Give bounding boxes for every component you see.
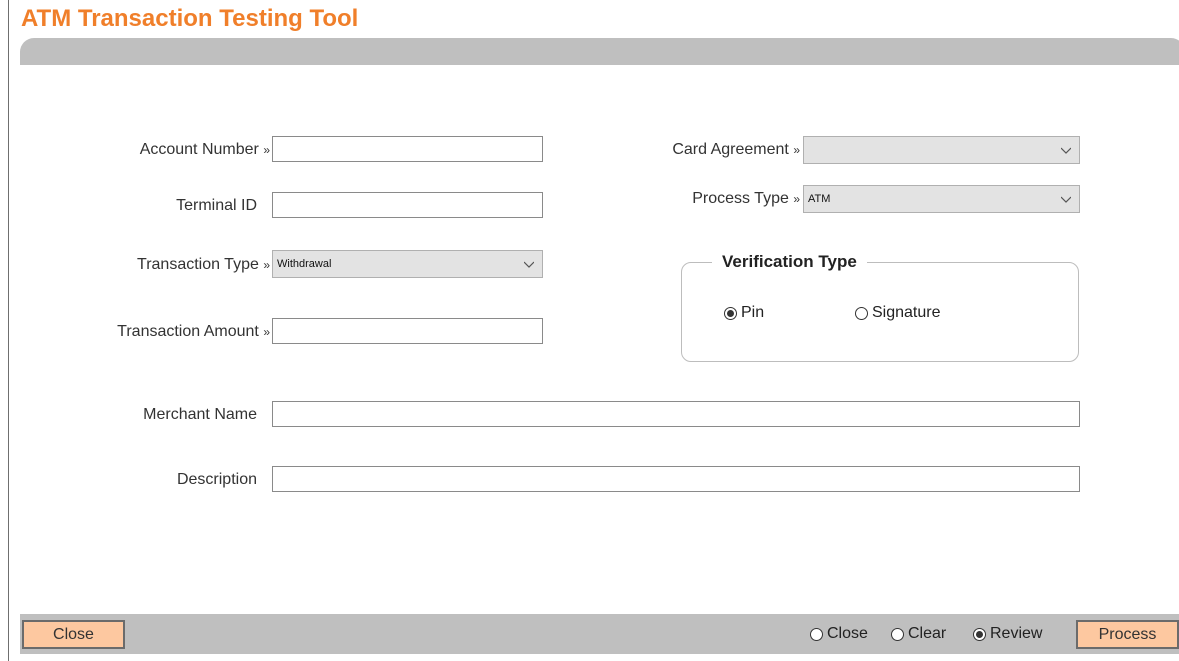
process-type-value: ATM: [808, 193, 831, 205]
after-clear-option[interactable]: Clear: [891, 625, 946, 643]
terminal-id-input[interactable]: [272, 192, 543, 218]
chevron-down-icon: [524, 261, 534, 268]
description-label: Description: [176, 471, 257, 488]
account-number-input[interactable]: [272, 136, 543, 162]
pin-label: Pin: [741, 304, 765, 321]
account-number-label: Account Number »: [139, 141, 270, 158]
process-button[interactable]: Process: [1076, 620, 1179, 649]
pin-radio[interactable]: [724, 306, 737, 320]
transaction-type-value: Withdrawal: [277, 258, 332, 270]
transaction-type-select[interactable]: Withdrawal: [272, 250, 543, 278]
window-left-border: [8, 0, 9, 661]
verification-pin-option[interactable]: Pin: [724, 304, 764, 322]
card-agreement-label: Card Agreement »: [672, 141, 800, 158]
merchant-name-label: Merchant Name: [143, 406, 257, 423]
page-title: ATM Transaction Testing Tool: [21, 5, 359, 32]
merchant-name-input[interactable]: [272, 401, 1080, 427]
after-close-option[interactable]: Close: [810, 625, 868, 643]
verification-signature-option[interactable]: Signature: [855, 304, 941, 322]
process-type-select[interactable]: ATM: [803, 185, 1080, 213]
transaction-amount-label: Transaction Amount »: [117, 323, 270, 340]
chevron-down-icon: [1061, 196, 1071, 203]
transaction-type-label: Transaction Type »: [137, 256, 270, 273]
panel-header-bar: [20, 38, 1179, 65]
card-agreement-select[interactable]: [803, 136, 1080, 164]
after-review-radio[interactable]: [973, 627, 986, 641]
transaction-amount-input[interactable]: [272, 318, 543, 344]
after-clear-radio[interactable]: [891, 627, 904, 641]
after-close-radio[interactable]: [810, 627, 823, 641]
verification-type-legend: Verification Type: [712, 251, 867, 273]
terminal-id-label: Terminal ID: [176, 197, 257, 214]
signature-radio[interactable]: [855, 306, 868, 320]
after-clear-label: Clear: [908, 625, 947, 642]
description-input[interactable]: [272, 466, 1080, 492]
close-button[interactable]: Close: [22, 620, 125, 649]
chevron-down-icon: [1061, 147, 1071, 154]
after-review-label: Review: [990, 625, 1043, 642]
after-review-option[interactable]: Review: [973, 625, 1042, 643]
after-close-label: Close: [827, 625, 868, 642]
signature-label: Signature: [872, 304, 941, 321]
process-type-label: Process Type »: [692, 190, 800, 207]
